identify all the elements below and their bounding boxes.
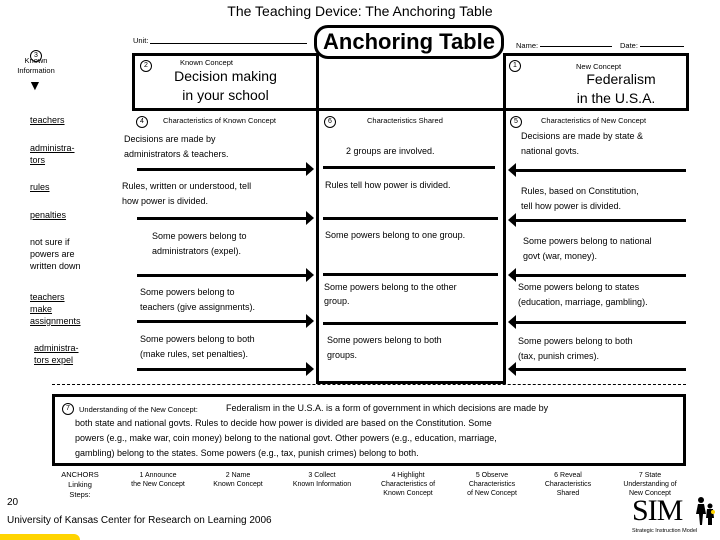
known-info-item: teachers make assignments bbox=[30, 292, 81, 326]
char-known-label: Characteristics of Known Concept bbox=[163, 116, 276, 125]
linking-steps-label: ANCHORS Linking Steps: bbox=[61, 470, 99, 499]
unit-label: Unit: bbox=[133, 36, 149, 45]
arrow-left-icon bbox=[508, 268, 686, 282]
arrow-left-icon bbox=[508, 315, 686, 329]
understanding-line: powers (e.g., make war, coin money) belo… bbox=[75, 433, 497, 443]
linking-step: 2 Name Known Concept bbox=[213, 472, 263, 488]
char-new-row: Some powers belong to both (tax, punish c… bbox=[518, 336, 633, 361]
char-shared-row: 2 groups are involved. bbox=[346, 146, 435, 156]
accent-bar bbox=[0, 534, 80, 540]
understanding-line: gambling) belong to the states. Some pow… bbox=[75, 448, 419, 458]
unit-line bbox=[150, 43, 307, 44]
anchoring-table-title: Anchoring Table bbox=[314, 25, 504, 59]
linking-step: 4 Highlight Characteristics of Known Conce… bbox=[380, 472, 436, 497]
char-known-row: Decisions are made by administrators & te… bbox=[124, 134, 229, 159]
arrow-left-icon bbox=[508, 362, 686, 376]
known-info-item: administra- tors bbox=[30, 143, 75, 165]
shared-separator bbox=[323, 322, 498, 325]
char-new-row: Rules, based on Constitution, tell how po… bbox=[521, 186, 639, 211]
char-shared-row: Some powers belong to both groups. bbox=[327, 335, 442, 360]
divider-left bbox=[316, 53, 319, 384]
char-shared-label: Characteristics Shared bbox=[367, 116, 443, 125]
new-concept-title: Federalism in the U.S.A. bbox=[576, 71, 656, 106]
understanding-number: 7 bbox=[62, 403, 74, 415]
linking-step: 3 Collect Known Information bbox=[292, 472, 352, 488]
char-known-row: Some powers belong to administrators (exp… bbox=[152, 231, 247, 256]
char-new-label: Characteristics of New Concept bbox=[541, 116, 647, 125]
name-line bbox=[540, 46, 612, 47]
linking-step: 1 Announce the New Concept bbox=[131, 472, 185, 488]
name-label: Name: bbox=[516, 41, 539, 50]
char-known-number: 4 bbox=[136, 116, 148, 128]
known-concept-title: Decision making in your school bbox=[174, 68, 277, 103]
char-new-row: Decisions are made by state & national go… bbox=[521, 131, 644, 156]
char-known-row: Some powers belong to teachers (give assi… bbox=[140, 287, 256, 312]
shared-separator bbox=[323, 273, 498, 276]
footer-credit: University of Kansas Center for Research… bbox=[7, 515, 272, 526]
char-shared-row: Rules tell how power is divided. bbox=[325, 180, 451, 190]
char-new-row: Some powers belong to states (education, … bbox=[518, 282, 648, 307]
sim-logo: SIM bbox=[632, 494, 683, 527]
figures-icon bbox=[694, 496, 716, 526]
arrow-right-icon bbox=[137, 362, 314, 376]
char-new-row: Some powers belong to national govt (war,… bbox=[523, 236, 652, 261]
new-concept-box: 1 New Concept Federalism in the U.S.A. bbox=[503, 53, 689, 111]
known-info-item: teachers bbox=[30, 115, 65, 125]
shared-separator bbox=[323, 166, 495, 169]
arrow-right-icon bbox=[137, 268, 314, 282]
char-shared-row: Some powers belong to one group. bbox=[325, 230, 466, 240]
known-info-item: penalties bbox=[30, 210, 67, 220]
char-new-number: 5 bbox=[510, 116, 522, 128]
date-label: Date: bbox=[620, 41, 638, 50]
shared-top-border bbox=[316, 108, 506, 111]
known-info-item: rules bbox=[30, 182, 50, 192]
arrow-left-icon bbox=[508, 213, 686, 227]
page-number: 20 bbox=[7, 497, 19, 508]
char-known-row: Rules, written or understood, tell how po… bbox=[122, 181, 252, 206]
understanding-label: Understanding of the New Concept: bbox=[79, 405, 198, 414]
shared-separator bbox=[323, 217, 498, 220]
known-info-item: administra- tors expel bbox=[34, 343, 79, 365]
arrow-left-icon bbox=[508, 163, 686, 177]
char-shared-row: Some powers belong to the other group. bbox=[324, 282, 457, 306]
sim-logo-subtitle: Strategic Instruction Model bbox=[632, 528, 698, 534]
linking-step: 5 Observe Characteristics of New Concept bbox=[467, 472, 517, 497]
arrow-right-icon bbox=[137, 211, 314, 225]
arrow-right-icon bbox=[137, 314, 314, 328]
dashed-separator bbox=[52, 384, 686, 385]
char-known-row: Some powers belong to both (make rules, s… bbox=[140, 334, 255, 359]
known-info-item: not sure if powers are written down bbox=[30, 237, 81, 271]
divider-right bbox=[503, 53, 506, 384]
arrow-down-icon: ▼ bbox=[28, 77, 42, 93]
char-shared-number: 6 bbox=[324, 116, 336, 128]
understanding-line: both state and national govts. Rules to … bbox=[75, 418, 492, 428]
understanding-line: Federalism in the U.S.A. is a form of go… bbox=[226, 403, 549, 413]
known-concept-box: 2 Known Concept Decision making in your … bbox=[132, 53, 319, 111]
date-line bbox=[640, 46, 684, 47]
page-title: The Teaching Device: The Anchoring Table bbox=[227, 3, 493, 19]
understanding-box: 7 Understanding of the New Concept: Fede… bbox=[52, 394, 686, 466]
linking-step: 6 Reveal Characteristics Shared bbox=[544, 472, 592, 497]
known-info-label: Known Information bbox=[17, 56, 55, 75]
arrow-right-icon bbox=[137, 162, 314, 176]
